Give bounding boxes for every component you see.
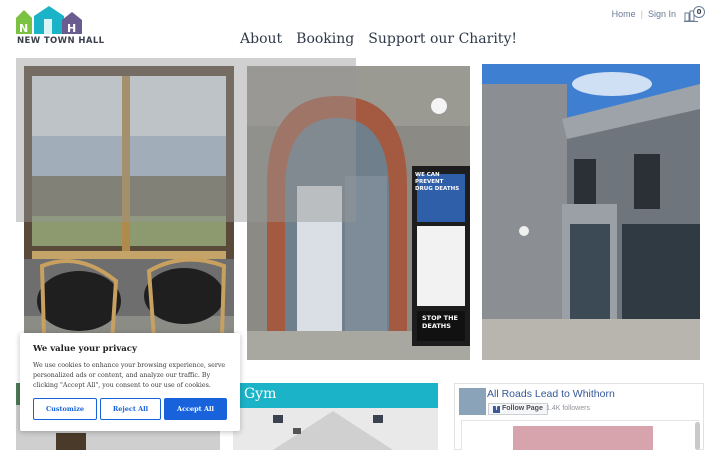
top-links: Home | Sign In	[612, 9, 676, 19]
poster-line-3: DRUG DEATHS	[415, 186, 460, 192]
svg-text:N: N	[19, 22, 28, 34]
cookie-banner: We value your privacy We use cookies to …	[20, 333, 240, 431]
home-link[interactable]: Home	[612, 9, 636, 19]
facebook-follow-label: Follow Page	[502, 405, 543, 412]
sign-in-link[interactable]: Sign In	[648, 9, 676, 19]
poster-footer: STOP THE DEATHS	[422, 314, 467, 330]
logo-houses-icon: N H	[16, 6, 82, 34]
facebook-page-avatar[interactable]	[459, 388, 486, 415]
cookie-reject-button[interactable]: Reject All	[100, 398, 161, 420]
cookie-accept-button[interactable]: Accept All	[164, 398, 227, 420]
facebook-follow-button[interactable]: f Follow Page	[488, 403, 548, 415]
site-logo[interactable]: N H NEW TOWN HALL	[16, 6, 104, 48]
cookie-title: We value your privacy	[33, 344, 137, 354]
poster-footer-2: DEATHS	[422, 322, 451, 330]
link-separator: |	[640, 9, 643, 19]
nav-about[interactable]: About	[240, 31, 282, 47]
cookie-text: We use cookies to enhance your browsing …	[33, 362, 226, 389]
facebook-scrollbar[interactable]	[695, 422, 700, 450]
photo-building-exterior	[482, 64, 700, 360]
nav-booking[interactable]: Booking	[296, 31, 354, 47]
facebook-followers: 1.4K followers	[546, 405, 590, 412]
image-overlay	[16, 58, 356, 222]
cart-count-badge: 0	[693, 6, 705, 18]
facebook-widget: All Roads Lead to Whithorn f Follow Page…	[454, 383, 704, 450]
poster-line-2: PREVENT	[415, 179, 444, 185]
facebook-page-name[interactable]: All Roads Lead to Whithorn	[487, 388, 615, 400]
logo-text: NEW TOWN HALL	[17, 36, 105, 46]
facebook-icon: f	[493, 405, 500, 413]
facebook-post-image[interactable]	[513, 426, 653, 450]
poster-line-1: WE CAN	[415, 172, 440, 178]
svg-text:H: H	[67, 22, 76, 34]
poster-text: WE CAN PREVENT DRUG DEATHS	[415, 172, 467, 193]
gym-title: Gym	[244, 386, 277, 402]
facebook-post	[461, 420, 699, 450]
nav-support-charity[interactable]: Support our Charity!	[368, 31, 517, 47]
poster-footer-1: STOP THE	[422, 314, 458, 322]
main-nav: About Booking Support our Charity!	[240, 31, 517, 47]
tile-gym[interactable]: Gym	[233, 383, 438, 450]
cookie-customize-button[interactable]: Customize	[33, 398, 97, 420]
